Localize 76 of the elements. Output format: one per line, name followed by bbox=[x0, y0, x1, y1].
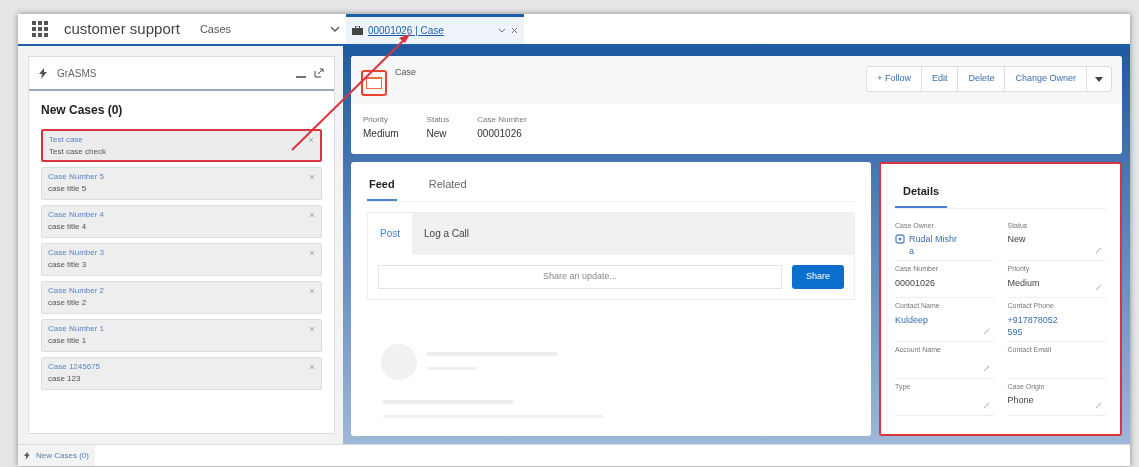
case-icon bbox=[361, 70, 387, 96]
details-tab[interactable]: Details bbox=[895, 183, 948, 208]
case-subtitle: case title 4 bbox=[48, 221, 88, 233]
app-launcher-icon[interactable] bbox=[32, 21, 48, 37]
action-button[interactable]: + Follow bbox=[867, 67, 922, 91]
case-title[interactable]: Case Number 4 bbox=[48, 209, 105, 221]
case-title[interactable]: Case 1245675 bbox=[48, 361, 101, 373]
case-subtitle: case title 3 bbox=[48, 259, 88, 271]
field-link[interactable]: Rudal Mishra bbox=[909, 233, 961, 257]
share-button[interactable]: Share bbox=[791, 264, 844, 289]
list-title: New Cases (0) bbox=[41, 102, 124, 119]
case-list-item[interactable]: Case 1245675 case 123 bbox=[41, 357, 322, 390]
chevron-down-icon bbox=[329, 25, 340, 33]
briefcase-icon bbox=[351, 26, 363, 35]
pencil-icon[interactable] bbox=[1095, 284, 1102, 291]
case-list-item[interactable]: Case Number 1 case title 1 bbox=[41, 319, 322, 352]
case-list-item[interactable]: Case Number 2 case title 2 bbox=[41, 281, 322, 314]
case-subtitle: case 123 bbox=[48, 373, 82, 385]
case-title[interactable]: Case Number 3 bbox=[48, 247, 105, 259]
case-title[interactable]: Test case bbox=[49, 134, 106, 146]
case-subtitle: case title 5 bbox=[48, 183, 88, 195]
pencil-icon[interactable] bbox=[1095, 401, 1102, 409]
field-value: New bbox=[426, 127, 448, 141]
case-list-item[interactable]: Test case Test case check bbox=[41, 129, 322, 162]
feed-tab[interactable]: Related bbox=[426, 176, 469, 201]
publisher-tab[interactable]: Log a Call bbox=[412, 212, 482, 255]
case-list-item[interactable]: Case Number 4 case title 4 bbox=[41, 205, 322, 238]
field-value: Medium bbox=[1007, 276, 1040, 289]
share-input-field[interactable]: Share an update... bbox=[378, 264, 782, 289]
case-title[interactable]: Case Number 5 bbox=[48, 171, 105, 183]
lightning-icon bbox=[39, 67, 47, 79]
close-icon[interactable] bbox=[308, 137, 314, 143]
chevron-down-icon[interactable] bbox=[497, 27, 506, 34]
close-icon[interactable] bbox=[309, 250, 315, 256]
field-value: 00001026 bbox=[477, 127, 523, 141]
close-icon[interactable] bbox=[309, 174, 315, 180]
field-value: Medium bbox=[363, 127, 399, 141]
field-link[interactable]: +917878052595 bbox=[1007, 313, 1060, 338]
case-subtitle: Test case check bbox=[49, 146, 106, 158]
close-icon[interactable] bbox=[309, 364, 315, 370]
caret-icon bbox=[1095, 76, 1103, 82]
field-value: New bbox=[1007, 233, 1026, 245]
publisher-tab[interactable]: Post bbox=[368, 212, 412, 255]
object-label: Case bbox=[395, 66, 416, 79]
case-list-item[interactable]: Case Number 3 case title 3 bbox=[41, 243, 322, 276]
field-value: Phone bbox=[1007, 394, 1034, 406]
field-label: Status bbox=[426, 114, 450, 126]
panel-title: GrASMS bbox=[57, 66, 97, 81]
pencil-icon[interactable] bbox=[1095, 247, 1102, 254]
field-link[interactable]: Kuldeep bbox=[895, 313, 947, 326]
close-icon[interactable] bbox=[309, 212, 315, 218]
lightning-icon bbox=[24, 451, 30, 460]
field-label: Priority bbox=[363, 114, 389, 126]
case-subtitle: case title 2 bbox=[48, 297, 88, 309]
case-subtitle: case title 1 bbox=[48, 335, 88, 347]
action-button[interactable]: Change Owner bbox=[1005, 67, 1087, 91]
pencil-icon[interactable] bbox=[982, 327, 990, 335]
popout-icon[interactable] bbox=[314, 68, 324, 78]
app-name: customer support bbox=[64, 18, 180, 39]
utility-bar-item[interactable]: New Cases (0) bbox=[18, 445, 95, 466]
close-icon[interactable] bbox=[309, 326, 315, 332]
object-nav-menu[interactable]: Cases bbox=[199, 20, 340, 38]
close-icon[interactable] bbox=[510, 27, 518, 34]
feed-tab[interactable]: Feed bbox=[367, 176, 397, 201]
field-value: 00001026 bbox=[895, 276, 936, 289]
case-list-item[interactable]: Case Number 5 case title 5 bbox=[41, 167, 322, 200]
pencil-icon[interactable] bbox=[982, 364, 990, 372]
action-button[interactable]: Edit bbox=[921, 67, 959, 91]
case-title[interactable]: Case Number 1 bbox=[48, 323, 105, 335]
case-title[interactable]: Case Number 2 bbox=[48, 285, 105, 297]
close-icon[interactable] bbox=[309, 288, 315, 294]
user-icon bbox=[895, 234, 905, 244]
pencil-icon[interactable] bbox=[982, 401, 990, 409]
field-label: Case Number bbox=[477, 114, 527, 126]
workspace-tab[interactable]: 00001026 | Case bbox=[345, 14, 524, 44]
action-button[interactable]: Delete bbox=[958, 67, 1006, 91]
